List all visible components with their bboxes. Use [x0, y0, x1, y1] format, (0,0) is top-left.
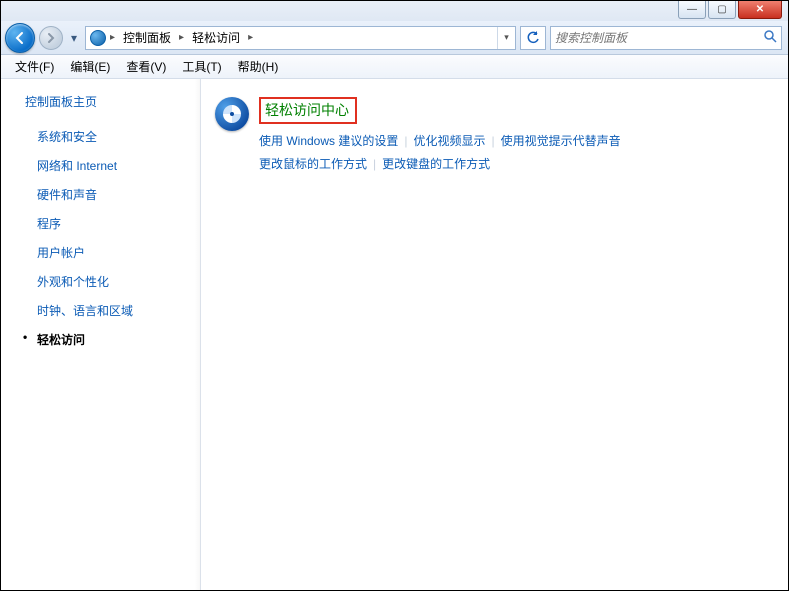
breadcrumb-separator: ▸ [177, 32, 186, 43]
link-optimize-visual-display[interactable]: 优化视频显示 [413, 134, 485, 148]
menu-edit[interactable]: 编辑(E) [64, 56, 116, 77]
sidebar-item-ease-of-access[interactable]: 轻松访问 [1, 325, 200, 354]
window-titlebar: — ▢ ✕ [1, 1, 788, 21]
breadcrumb-segment[interactable]: 控制面板 [119, 29, 175, 46]
chevron-down-icon: ▾ [504, 32, 509, 43]
search-icon [763, 29, 777, 46]
sidebar-item-programs[interactable]: 程序 [1, 209, 200, 238]
sidebar-item-network-internet[interactable]: 网络和 Internet [1, 151, 200, 180]
nav-history-dropdown[interactable]: ▾ [67, 31, 81, 45]
ease-of-access-center-heading[interactable]: 轻松访问中心 [259, 97, 357, 124]
control-panel-icon [90, 30, 106, 46]
breadcrumb-segment[interactable]: 轻松访问 [188, 29, 244, 46]
maximize-button[interactable]: ▢ [708, 1, 736, 19]
back-button[interactable] [5, 23, 35, 53]
menu-tools[interactable]: 工具(T) [176, 56, 227, 77]
task-links: 使用 Windows 建议的设置|优化视频显示|使用视觉提示代替声音 更改鼠标的… [259, 130, 768, 176]
content-pane: 轻松访问中心 使用 Windows 建议的设置|优化视频显示|使用视觉提示代替声… [201, 79, 788, 590]
link-use-windows-suggestions[interactable]: 使用 Windows 建议的设置 [259, 134, 398, 148]
link-change-keyboard-works[interactable]: 更改键盘的工作方式 [382, 157, 490, 171]
refresh-icon [526, 31, 540, 45]
search-input[interactable] [555, 31, 763, 45]
refresh-button[interactable] [520, 26, 546, 50]
sidebar-item-system-security[interactable]: 系统和安全 [1, 122, 200, 151]
arrow-left-icon [13, 31, 27, 45]
window-buttons: — ▢ ✕ [678, 1, 782, 19]
sidebar-item-appearance-personalization[interactable]: 外观和个性化 [1, 267, 200, 296]
menu-view[interactable]: 查看(V) [120, 56, 172, 77]
address-bar[interactable]: ▸ 控制面板 ▸ 轻松访问 ▸ ▾ [85, 26, 516, 50]
navigation-bar: ▾ ▸ 控制面板 ▸ 轻松访问 ▸ ▾ [1, 21, 788, 55]
sidebar-item-hardware-sound[interactable]: 硬件和声音 [1, 180, 200, 209]
breadcrumb-separator: ▸ [246, 32, 255, 43]
link-divider: | [398, 134, 413, 148]
chevron-down-icon: ▾ [71, 31, 77, 45]
sidebar: 控制面板主页 系统和安全 网络和 Internet 硬件和声音 程序 用户帐户 … [1, 79, 201, 590]
link-divider: | [486, 134, 501, 148]
menu-file[interactable]: 文件(F) [9, 56, 60, 77]
search-box[interactable] [550, 26, 782, 50]
address-dropdown[interactable]: ▾ [497, 27, 515, 49]
control-panel-home-link[interactable]: 控制面板主页 [1, 93, 200, 122]
minimize-icon: — [687, 4, 697, 15]
category-list: 系统和安全 网络和 Internet 硬件和声音 程序 用户帐户 外观和个性化 … [1, 122, 200, 354]
close-icon: ✕ [756, 4, 764, 15]
link-use-visual-cues-for-sound[interactable]: 使用视觉提示代替声音 [501, 134, 621, 148]
menu-help[interactable]: 帮助(H) [232, 56, 285, 77]
forward-button[interactable] [39, 26, 63, 50]
sidebar-item-user-accounts[interactable]: 用户帐户 [1, 238, 200, 267]
sidebar-item-clock-language-region[interactable]: 时钟、语言和区域 [1, 296, 200, 325]
link-divider: | [367, 157, 382, 171]
minimize-button[interactable]: — [678, 1, 706, 19]
menu-bar: 文件(F) 编辑(E) 查看(V) 工具(T) 帮助(H) [1, 55, 788, 79]
breadcrumb-separator: ▸ [108, 32, 117, 43]
close-button[interactable]: ✕ [738, 1, 782, 19]
link-change-mouse-works[interactable]: 更改鼠标的工作方式 [259, 157, 367, 171]
ease-of-access-icon [215, 97, 249, 131]
arrow-right-icon [45, 32, 57, 44]
maximize-icon: ▢ [717, 4, 726, 15]
